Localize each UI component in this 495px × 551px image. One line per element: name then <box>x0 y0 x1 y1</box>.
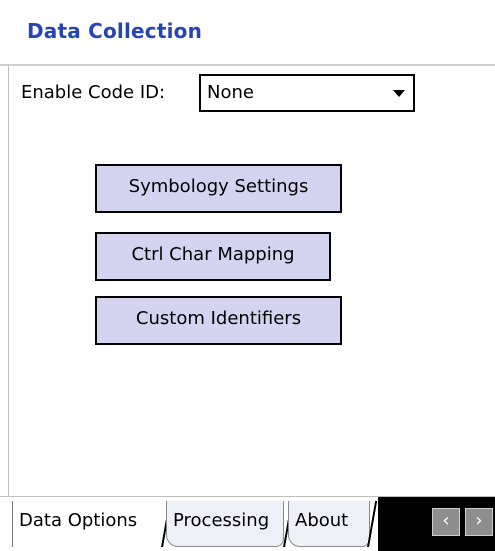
page-title: Data Collection <box>27 19 203 43</box>
tab-data-options[interactable]: Data Options <box>12 501 164 547</box>
tab-strip: Data Options Processing About ‹ › <box>0 496 495 551</box>
enable-code-id-label: Enable Code ID: <box>21 82 166 103</box>
enable-code-id-dropdown[interactable]: None <box>199 74 415 112</box>
custom-identifiers-button[interactable]: Custom Identifiers <box>95 296 342 345</box>
dropdown-arrow-icon[interactable] <box>393 90 405 97</box>
title-bar: Data Collection <box>0 0 495 66</box>
enable-code-id-value: None <box>207 82 254 103</box>
ctrl-char-mapping-button[interactable]: Ctrl Char Mapping <box>95 232 331 281</box>
chevron-left-icon[interactable]: ‹ <box>432 508 460 536</box>
chevron-right-icon[interactable]: › <box>465 508 493 536</box>
tab-processing[interactable]: Processing <box>166 501 284 547</box>
tab-divider <box>366 501 378 547</box>
symbology-settings-button[interactable]: Symbology Settings <box>95 164 342 213</box>
tab-about[interactable]: About <box>288 501 370 547</box>
left-border <box>8 66 9 496</box>
